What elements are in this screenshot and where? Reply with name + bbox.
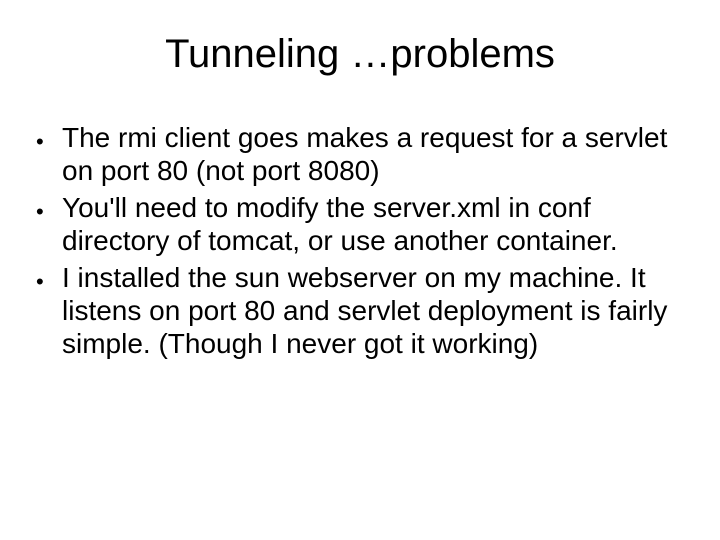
list-item: The rmi client goes makes a request for … <box>34 121 690 187</box>
list-item: I installed the sun webserver on my mach… <box>34 261 690 360</box>
slide-body: The rmi client goes makes a request for … <box>30 121 690 360</box>
bullet-icon <box>34 121 62 156</box>
bullet-icon <box>34 261 62 296</box>
bullet-text: You'll need to modify the server.xml in … <box>62 191 690 257</box>
list-item: You'll need to modify the server.xml in … <box>34 191 690 257</box>
bullet-text: I installed the sun webserver on my mach… <box>62 261 690 360</box>
slide: Tunneling …problems The rmi client goes … <box>0 0 720 540</box>
bullet-text: The rmi client goes makes a request for … <box>62 121 690 187</box>
bullet-icon <box>34 191 62 226</box>
slide-title: Tunneling …problems <box>30 32 690 77</box>
